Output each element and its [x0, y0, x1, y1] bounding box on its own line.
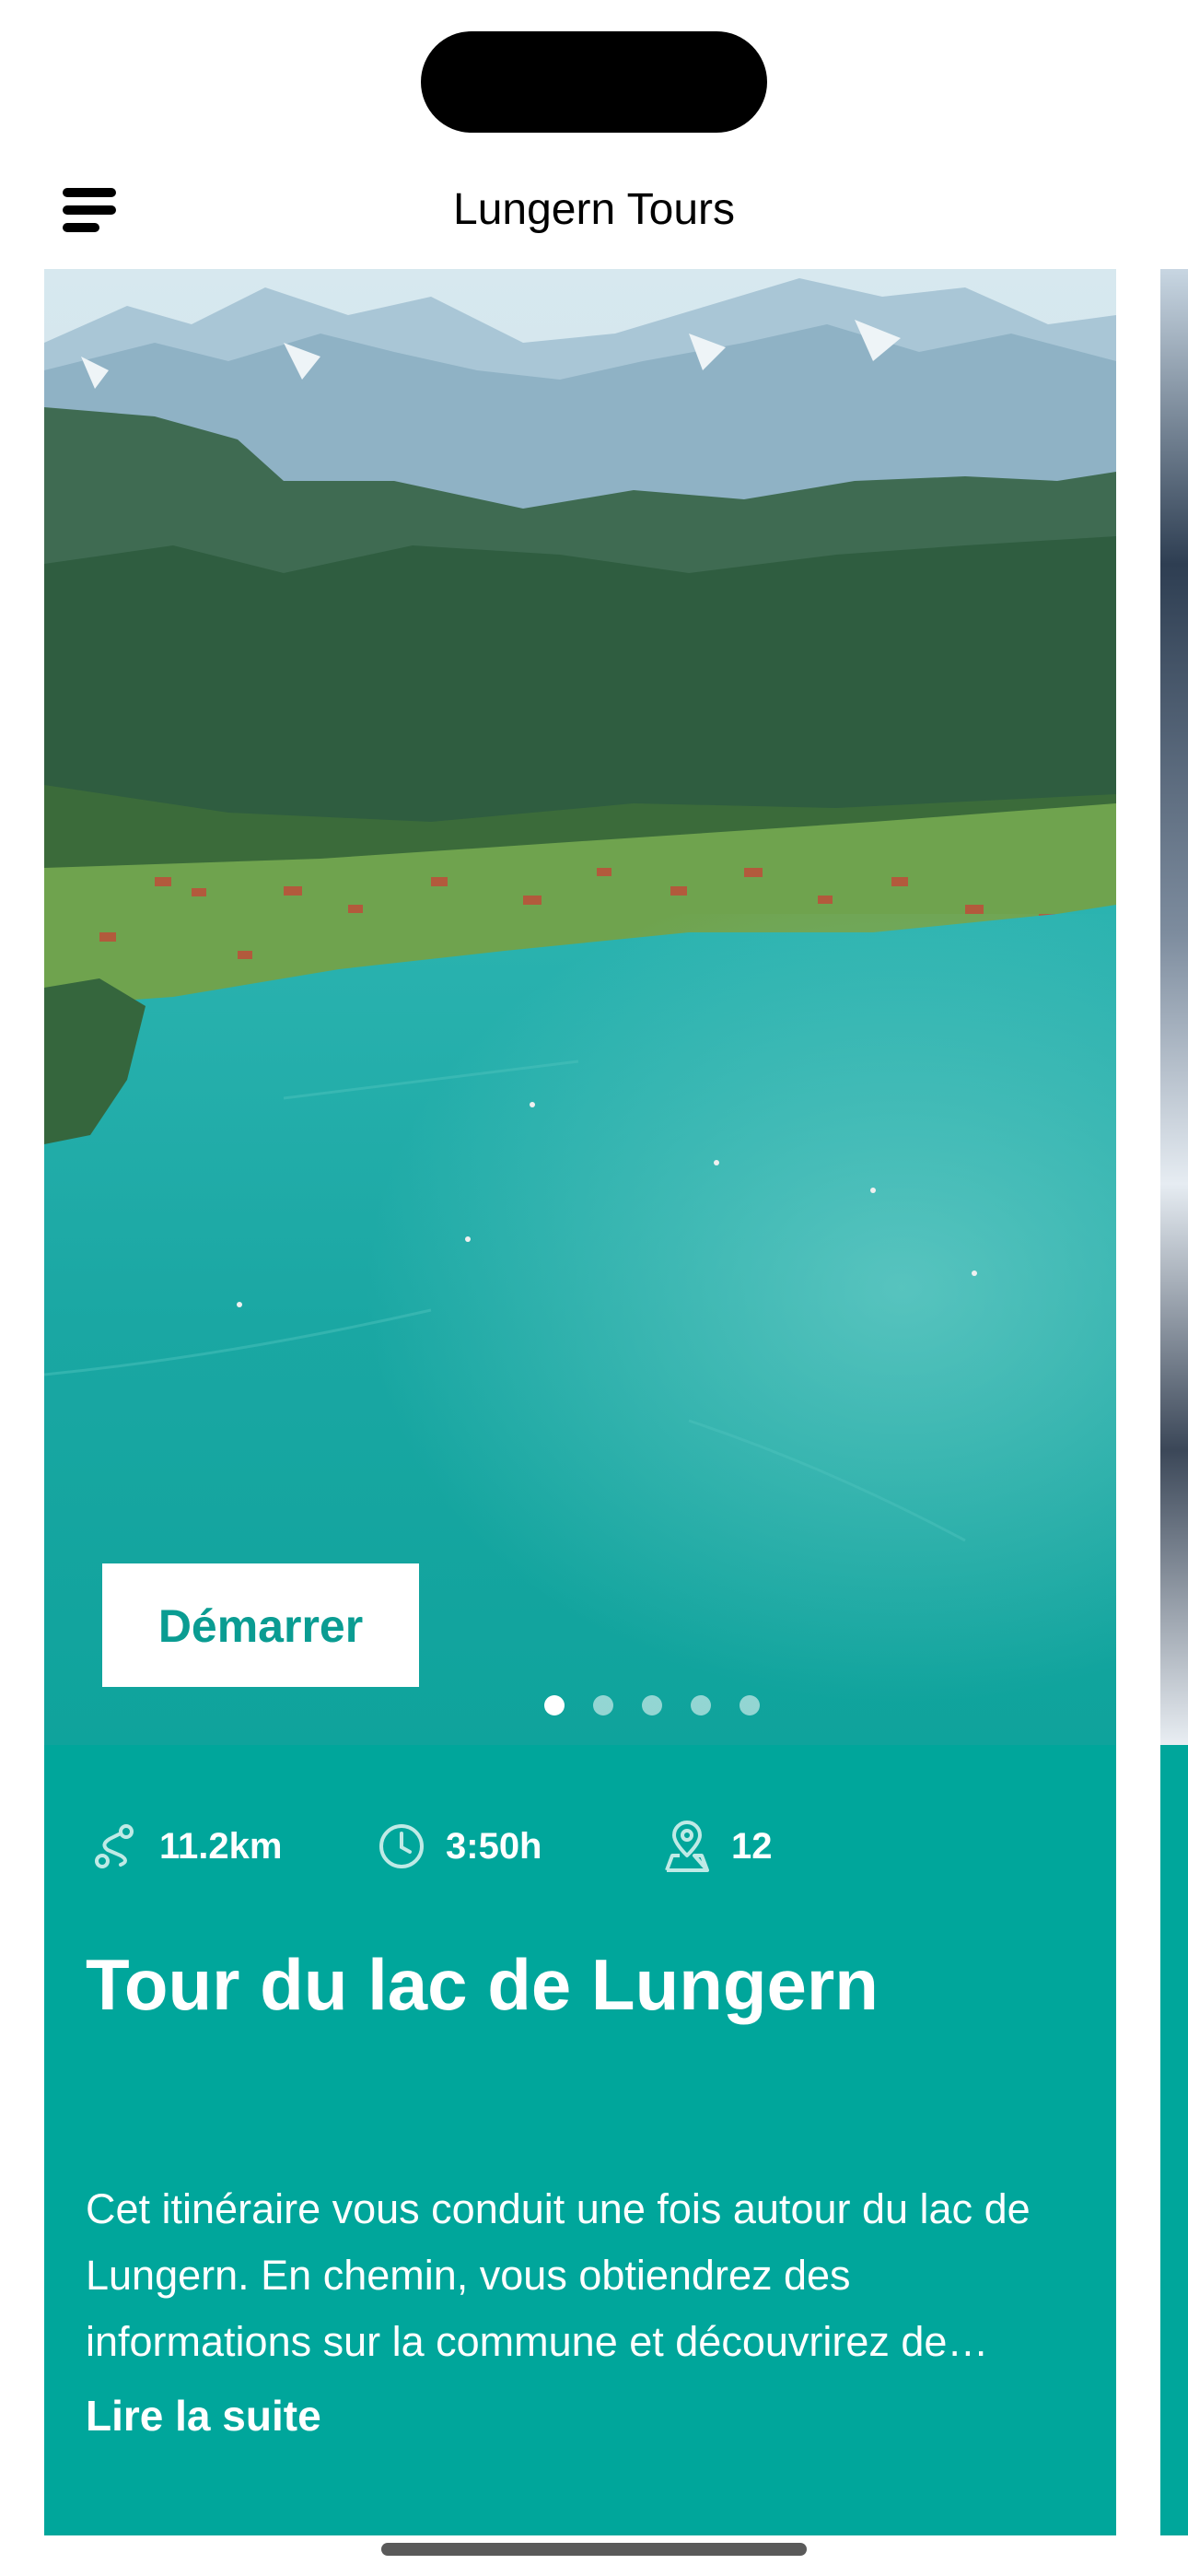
next-tour-card-peek[interactable] — [1160, 269, 1188, 2535]
carousel-dot[interactable] — [593, 1695, 613, 1715]
map-pin-icon — [665, 1821, 709, 1872]
tour-card[interactable]: Démarrer 11.2km 3:50h 12 Tour du lac de … — [44, 269, 1116, 2535]
stat-stops-value: 12 — [731, 1826, 773, 1867]
app-title: Lungern Tours — [453, 185, 735, 234]
tour-description: Cet itinéraire vous conduit une fois aut… — [86, 2185, 1031, 2365]
carousel-dot[interactable] — [691, 1695, 711, 1715]
carousel-dot[interactable] — [544, 1695, 565, 1715]
lake-landscape-illustration — [44, 269, 1116, 1745]
carousel-dot[interactable] — [740, 1695, 760, 1715]
read-more-link[interactable]: Lire la suite — [86, 2388, 321, 2443]
dynamic-island — [421, 31, 767, 133]
tour-title: Tour du lac de Lungern — [86, 1944, 879, 2025]
route-icon — [95, 1824, 134, 1868]
clock-icon — [379, 1824, 424, 1868]
stat-distance-value: 11.2km — [159, 1826, 283, 1867]
tour-info-panel: 11.2km 3:50h 12 Tour du lac de Lungern C… — [44, 1745, 1116, 2535]
carousel-dot[interactable] — [642, 1695, 662, 1715]
stat-duration-value: 3:50h — [446, 1826, 542, 1867]
app-header: Lungern Tours — [0, 166, 1188, 254]
start-button[interactable]: Démarrer — [102, 1563, 419, 1687]
tour-hero-image: Démarrer — [44, 269, 1116, 1745]
next-tour-image — [1160, 269, 1188, 1745]
home-indicator[interactable] — [381, 2543, 807, 2556]
